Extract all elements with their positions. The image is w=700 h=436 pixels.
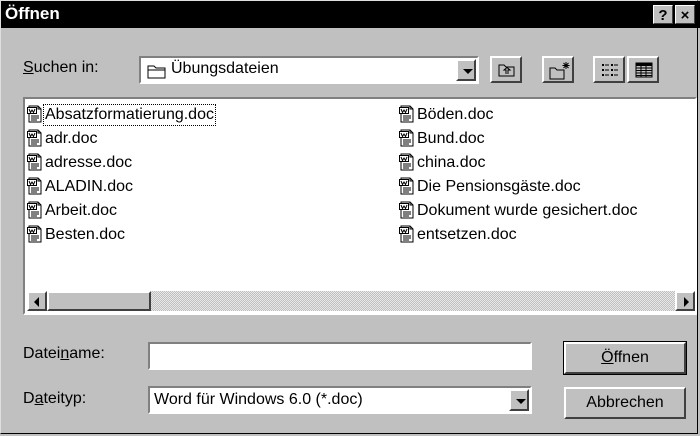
file-name: Dokument wurde gesichert.doc xyxy=(417,202,638,219)
folder-icon xyxy=(147,63,167,84)
filename-input[interactable] xyxy=(148,342,532,370)
file-item[interactable]: Arbeit.doc xyxy=(27,201,118,221)
file-name: Die Pensionsgäste.doc xyxy=(417,178,581,195)
up-one-level-button[interactable] xyxy=(490,56,522,83)
word-document-icon xyxy=(27,225,43,243)
word-document-icon xyxy=(27,153,43,171)
file-item[interactable]: Dokument wurde gesichert.doc xyxy=(399,201,639,221)
list-view-button[interactable] xyxy=(593,56,625,83)
word-document-icon xyxy=(399,225,415,243)
list-view-icon xyxy=(601,62,619,83)
scroll-right-button[interactable] xyxy=(675,291,695,311)
lookin-value: Übungsdateien xyxy=(171,60,279,77)
file-item[interactable]: adresse.doc xyxy=(27,153,133,173)
filetype-combobox[interactable]: Word für Windows 6.0 (*.doc) xyxy=(148,386,532,414)
close-button[interactable]: × xyxy=(675,5,695,24)
file-name: Arbeit.doc xyxy=(45,202,118,219)
word-document-icon xyxy=(399,201,415,219)
filename-label-rest: ame: xyxy=(69,345,105,362)
word-document-icon xyxy=(27,129,43,147)
details-view-button[interactable] xyxy=(627,56,659,83)
scroll-left-button[interactable] xyxy=(27,291,47,311)
word-document-icon xyxy=(399,177,415,195)
details-view-icon xyxy=(635,62,653,83)
up-folder-icon xyxy=(498,62,516,83)
file-item[interactable]: Böden.doc xyxy=(399,105,495,125)
file-name: adr.doc xyxy=(45,130,98,147)
lookin-combobox[interactable]: Übungsdateien xyxy=(139,56,479,84)
file-item[interactable]: Absatzformatierung.doc xyxy=(27,104,216,126)
filetype-label-rest: teityp: xyxy=(43,390,87,407)
filetype-value: Word für Windows 6.0 (*.doc) xyxy=(154,391,363,408)
file-name: ALADIN.doc xyxy=(45,178,134,195)
file-name: Böden.doc xyxy=(417,106,494,123)
chevron-down-icon xyxy=(463,69,473,74)
open-button-label: ffnen xyxy=(613,349,649,366)
lookin-label-mnemonic: S xyxy=(23,59,34,76)
file-item[interactable]: Bund.doc xyxy=(399,129,486,149)
new-folder-icon xyxy=(549,61,571,86)
file-list[interactable]: Absatzformatierung.doc adr.doc adresse.doc… xyxy=(23,97,697,315)
word-document-icon xyxy=(399,129,415,147)
lookin-dropdown-button[interactable] xyxy=(456,59,476,81)
word-document-icon xyxy=(27,177,43,195)
dialog-title: Öffnen xyxy=(5,4,60,23)
chevron-down-icon xyxy=(516,399,526,404)
open-button[interactable]: Öffnen xyxy=(564,342,686,374)
new-folder-button[interactable] xyxy=(542,56,574,83)
help-button[interactable]: ? xyxy=(653,5,673,24)
file-item[interactable]: entsetzen.doc xyxy=(399,225,518,245)
arrow-right-icon xyxy=(684,297,689,307)
filetype-label-prefix: D xyxy=(23,390,35,407)
file-name: entsetzen.doc xyxy=(417,226,517,243)
open-button-frame: Öffnen xyxy=(563,341,687,375)
cancel-button[interactable]: Abbrechen xyxy=(564,387,686,419)
file-item[interactable]: ALADIN.doc xyxy=(27,177,134,197)
filename-label-prefix: Datei xyxy=(23,345,61,362)
filename-label-mnemonic: n xyxy=(60,345,70,362)
word-document-icon xyxy=(27,201,43,219)
arrow-left-icon xyxy=(34,297,39,307)
open-dialog: Öffnen ? × Suchen in: Übungsdateien Absa… xyxy=(0,0,700,434)
file-item[interactable]: china.doc xyxy=(399,153,487,173)
lookin-label-text: uchen in: xyxy=(33,59,99,76)
word-document-icon xyxy=(399,153,415,171)
file-item[interactable]: Die Pensionsgäste.doc xyxy=(399,177,582,197)
file-name: Bund.doc xyxy=(417,130,485,147)
file-name: china.doc xyxy=(417,154,486,171)
file-item[interactable]: Besten.doc xyxy=(27,225,126,245)
word-document-icon xyxy=(399,105,415,123)
title-bar: Öffnen ? × xyxy=(1,1,700,28)
filetype-label: Dateityp: xyxy=(23,390,86,408)
lookin-label: Suchen in: xyxy=(23,59,99,77)
scroll-thumb[interactable] xyxy=(47,291,151,311)
file-item[interactable]: adr.doc xyxy=(27,129,98,149)
file-name: Besten.doc xyxy=(45,226,126,243)
file-name: Absatzformatierung.doc xyxy=(43,104,216,126)
word-document-icon xyxy=(27,105,43,123)
file-name: adresse.doc xyxy=(45,154,133,171)
filename-label: Dateiname: xyxy=(23,345,105,363)
horizontal-scrollbar[interactable] xyxy=(27,291,695,311)
open-button-mnemonic: Ö xyxy=(601,349,614,366)
filetype-dropdown-button[interactable] xyxy=(509,389,529,411)
